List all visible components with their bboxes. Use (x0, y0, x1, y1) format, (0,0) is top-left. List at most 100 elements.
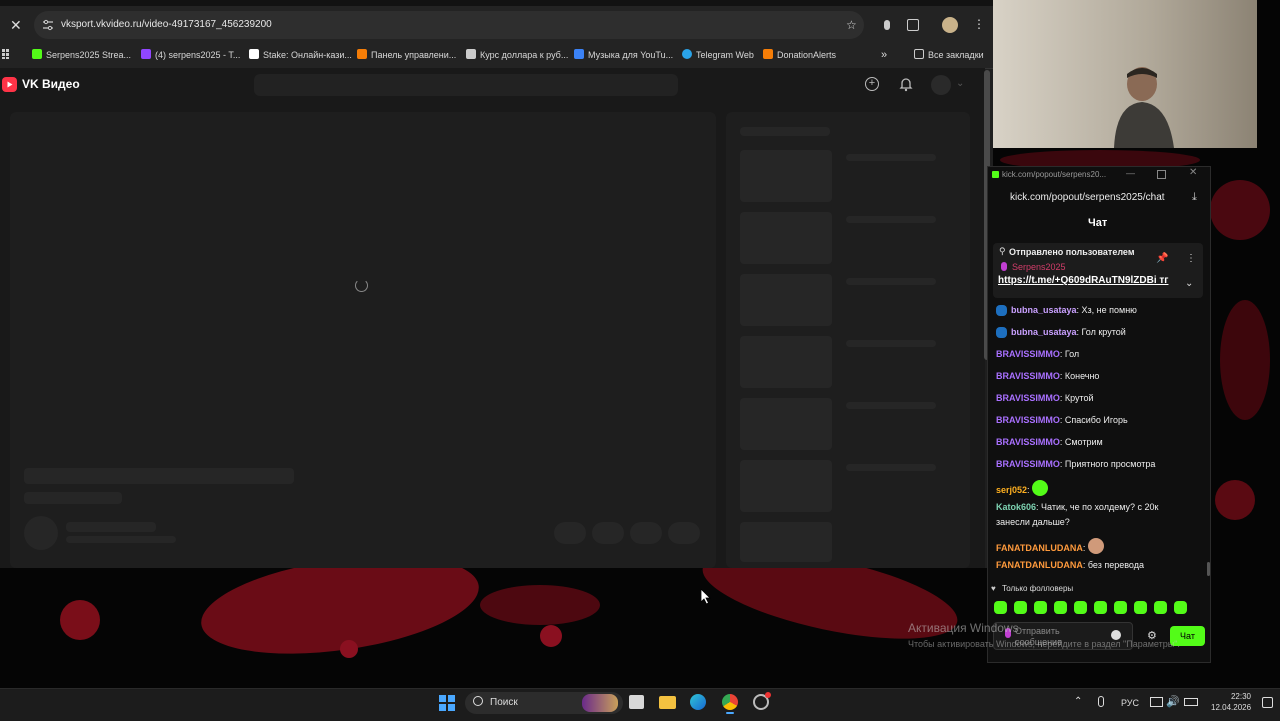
text-skeleton (846, 402, 936, 409)
vk-video-logo-icon[interactable] (2, 77, 17, 92)
title-skeleton (24, 468, 294, 484)
emote-icon[interactable] (1174, 601, 1187, 614)
menu-icon[interactable]: ⋮ (973, 17, 985, 31)
chrome-icon[interactable] (722, 694, 738, 710)
clock[interactable]: 22:30 12.04.2026 (1211, 691, 1251, 713)
chat-url: kick.com/popout/serpens2025/chat (1010, 192, 1165, 203)
notification-dot-icon (765, 692, 771, 698)
scrollbar[interactable] (1207, 562, 1210, 576)
pinned-header: Отправлено пользователем (1009, 247, 1135, 257)
stake-icon (249, 49, 259, 59)
unpin-icon[interactable]: 📌 (1156, 253, 1168, 264)
task-view-icon[interactable] (629, 695, 644, 709)
chevron-up-icon[interactable]: ⌃ (1074, 696, 1082, 707)
bookmark-item[interactable]: DonationAlerts (763, 44, 836, 66)
chat-message[interactable]: Katok606: Чатик, че по холдему? с 20к (996, 502, 1158, 512)
thumbnail-skeleton (740, 460, 832, 512)
emote-icon[interactable] (1134, 601, 1147, 614)
maximize-icon[interactable] (1157, 170, 1166, 179)
bookmark-item[interactable]: (4) serpens2025 - T... (141, 44, 240, 66)
chat-message[interactable]: BRAVISSIMMO: Смотрим (996, 437, 1103, 447)
edge-icon[interactable] (690, 694, 706, 710)
extensions-icon[interactable] (907, 19, 919, 31)
youtube-music-icon (574, 49, 584, 59)
emote-icon[interactable] (1014, 601, 1027, 614)
star-icon[interactable]: ☆ (846, 18, 857, 32)
emote-icon[interactable] (1074, 601, 1087, 614)
add-icon[interactable]: + (865, 77, 879, 91)
emote-icon[interactable] (1034, 601, 1047, 614)
language-indicator[interactable]: РУС (1121, 698, 1139, 708)
text-skeleton (846, 216, 936, 223)
chat-message[interactable]: serj052: (996, 480, 1049, 496)
subtitle-skeleton (24, 492, 122, 504)
site-settings-icon[interactable] (42, 19, 54, 31)
chat-message[interactable]: BRAVISSIMMO: Гол (996, 349, 1079, 359)
thumbnail-skeleton (740, 522, 832, 562)
text-skeleton (846, 278, 936, 285)
chat-message[interactable]: FANATDANLUDANA: без перевода (996, 560, 1144, 570)
close-icon[interactable]: ✕ (10, 18, 22, 32)
bell-icon[interactable] (899, 76, 913, 92)
bookmark-item[interactable]: Serpens2025 Strea... (32, 44, 131, 66)
action-button-skeleton (668, 522, 700, 544)
notifications-icon[interactable] (1262, 697, 1273, 708)
recommendations-heading-skeleton (740, 127, 830, 136)
channel-subs-skeleton (66, 536, 176, 543)
avatar[interactable] (942, 17, 958, 33)
action-button-skeleton (630, 522, 662, 544)
more-icon[interactable]: ⋮ (1186, 253, 1196, 264)
chat-message[interactable]: BRAVISSIMMO: Спасибо Игорь (996, 415, 1128, 425)
emote-icon[interactable] (994, 601, 1007, 614)
emote-bar (994, 601, 1187, 615)
emote-icon[interactable] (1114, 601, 1127, 614)
chat-message[interactable]: bubna_usataya: Хз, не помню (996, 305, 1137, 316)
bookmark-item[interactable]: Музыка для YouTu... (574, 44, 673, 66)
pin-icon: ⚲ (999, 246, 1006, 256)
start-icon[interactable] (439, 695, 455, 711)
chat-message[interactable]: bubna_usataya: Гол крутой (996, 327, 1126, 338)
mic-icon[interactable] (884, 20, 890, 30)
chevron-down-icon[interactable]: ⌄ (956, 78, 964, 89)
network-icon[interactable] (1150, 697, 1163, 707)
all-bookmarks-button[interactable]: Все закладки (914, 44, 984, 66)
donationalerts-icon (357, 49, 367, 59)
download-icon[interactable]: ⤓ (1192, 191, 1197, 204)
chat-message[interactable]: BRAVISSIMMO: Крутой (996, 393, 1094, 403)
chat-message[interactable]: BRAVISSIMMO: Конечно (996, 371, 1099, 381)
apps-icon[interactable] (2, 49, 12, 59)
chat-title: Чат (1088, 217, 1108, 229)
file-explorer-icon[interactable] (659, 696, 676, 709)
more-bookmarks-button[interactable]: » (881, 44, 887, 66)
chat-message[interactable]: FANATDANLUDANA: (996, 538, 1104, 554)
emote-icon[interactable] (1154, 601, 1167, 614)
chevron-down-icon[interactable]: ⌄ (1185, 278, 1193, 289)
mic-icon[interactable] (1098, 696, 1104, 707)
thumbnail-skeleton (740, 398, 832, 450)
thumbnail-skeleton (740, 150, 832, 202)
text-skeleton (846, 464, 936, 471)
mouse-cursor-icon (701, 589, 711, 605)
vk-video-logo[interactable]: VK Видео (22, 77, 80, 91)
thumbnail-skeleton (740, 336, 832, 388)
telegram-icon (682, 49, 692, 59)
volume-icon[interactable]: 🔊 (1166, 695, 1180, 708)
emote-icon (1087, 538, 1104, 554)
bookmark-item[interactable]: Stake: Онлайн-кази... (249, 44, 352, 66)
battery-icon[interactable] (1184, 698, 1198, 706)
avatar[interactable] (931, 75, 951, 95)
loading-spinner-icon (355, 279, 368, 292)
text-skeleton (846, 340, 936, 347)
bookmark-item[interactable]: Курс доллара к руб... (466, 44, 568, 66)
bookmark-item[interactable]: Панель управлени... (357, 44, 456, 66)
pinned-link[interactable]: https://t.me/+Q609dRAuTN9lZDBi тг (998, 275, 1176, 286)
search-input[interactable] (254, 74, 678, 96)
close-icon[interactable]: ✕ (1189, 167, 1197, 178)
action-button-skeleton (592, 522, 624, 544)
emote-icon[interactable] (1094, 601, 1107, 614)
donationalerts-icon (763, 49, 773, 59)
bookmark-item[interactable]: Telegram Web (682, 44, 754, 66)
chat-message[interactable]: BRAVISSIMMO: Приятного просмотра (996, 459, 1155, 469)
emote-icon[interactable] (1054, 601, 1067, 614)
minimize-icon[interactable]: — (1126, 168, 1135, 178)
